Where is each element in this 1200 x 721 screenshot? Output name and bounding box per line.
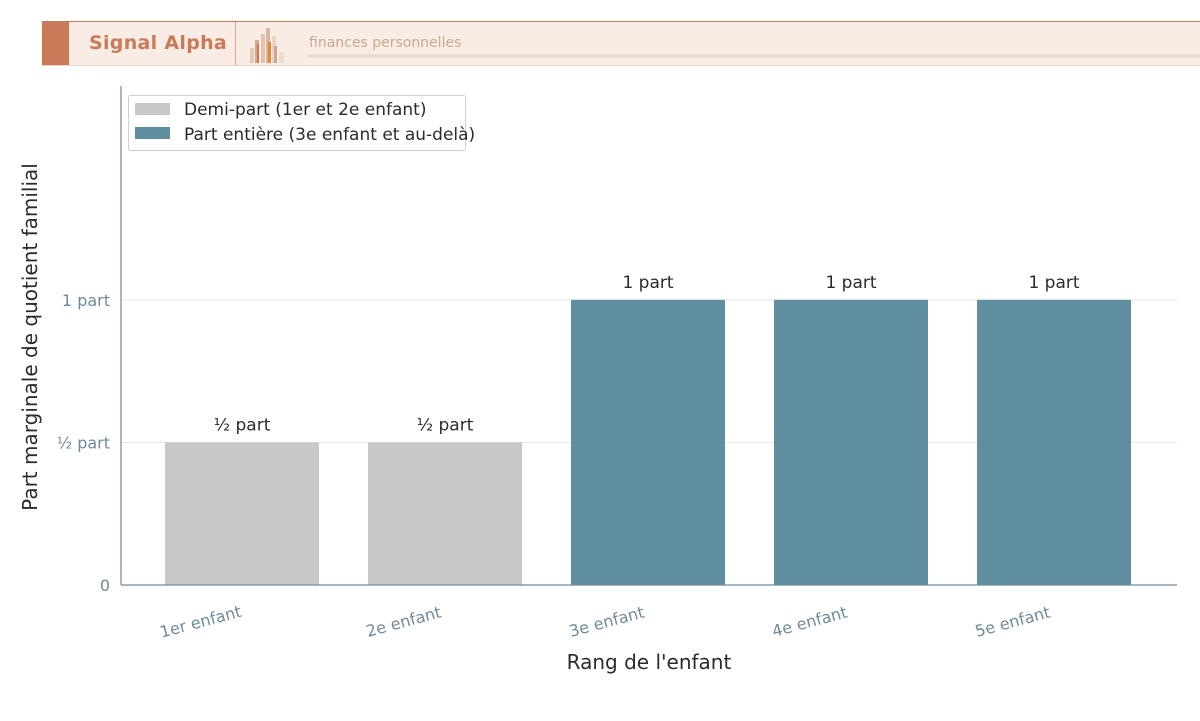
legend: Demi-part (1er et 2e enfant) Part entièr… [128,95,475,151]
bar-chart: ½ part ½ part 1 part 1 part 1 part 0 ½ part 1 … [18,86,1177,674]
bar [571,299,725,585]
bar [774,299,928,585]
x-tick-label: 5e enfant [973,603,1052,641]
y-tick-label: 0 [100,576,110,595]
bar-data-label: 1 part [1028,273,1079,293]
x-tick-label: 1er enfant [158,602,244,642]
bar-data-label: ½ part [214,415,271,435]
legend-swatch-part-entiere [135,127,170,139]
y-tick-label: ½ part [57,433,110,452]
x-tick-label: 4e enfant [770,603,849,641]
y-axis-title: Part marginale de quotient familial [18,163,42,511]
legend-label-demi-part: Demi-part (1er et 2e enfant) [184,100,426,120]
bar-data-label: 1 part [622,273,673,293]
y-tick-labels: 0 ½ part 1 part [57,291,110,595]
bar [977,299,1131,585]
legend-label-part-entiere: Part entière (3e enfant et au-delà) [184,125,475,145]
x-tick-labels: 1er enfant 2e enfant 3e enfant 4e enfant 5e … [158,602,1052,642]
legend-swatch-demi-part [135,103,170,115]
bar [165,442,319,585]
y-tick-label: 1 part [62,291,110,310]
x-tick-label: 2e enfant [364,603,443,641]
bar [368,442,522,585]
bars [165,299,1131,585]
x-axis-title: Rang de l'enfant [567,650,732,674]
x-tick-label: 3e enfant [567,603,646,641]
bar-data-label: ½ part [417,415,474,435]
bar-data-label: 1 part [825,273,876,293]
